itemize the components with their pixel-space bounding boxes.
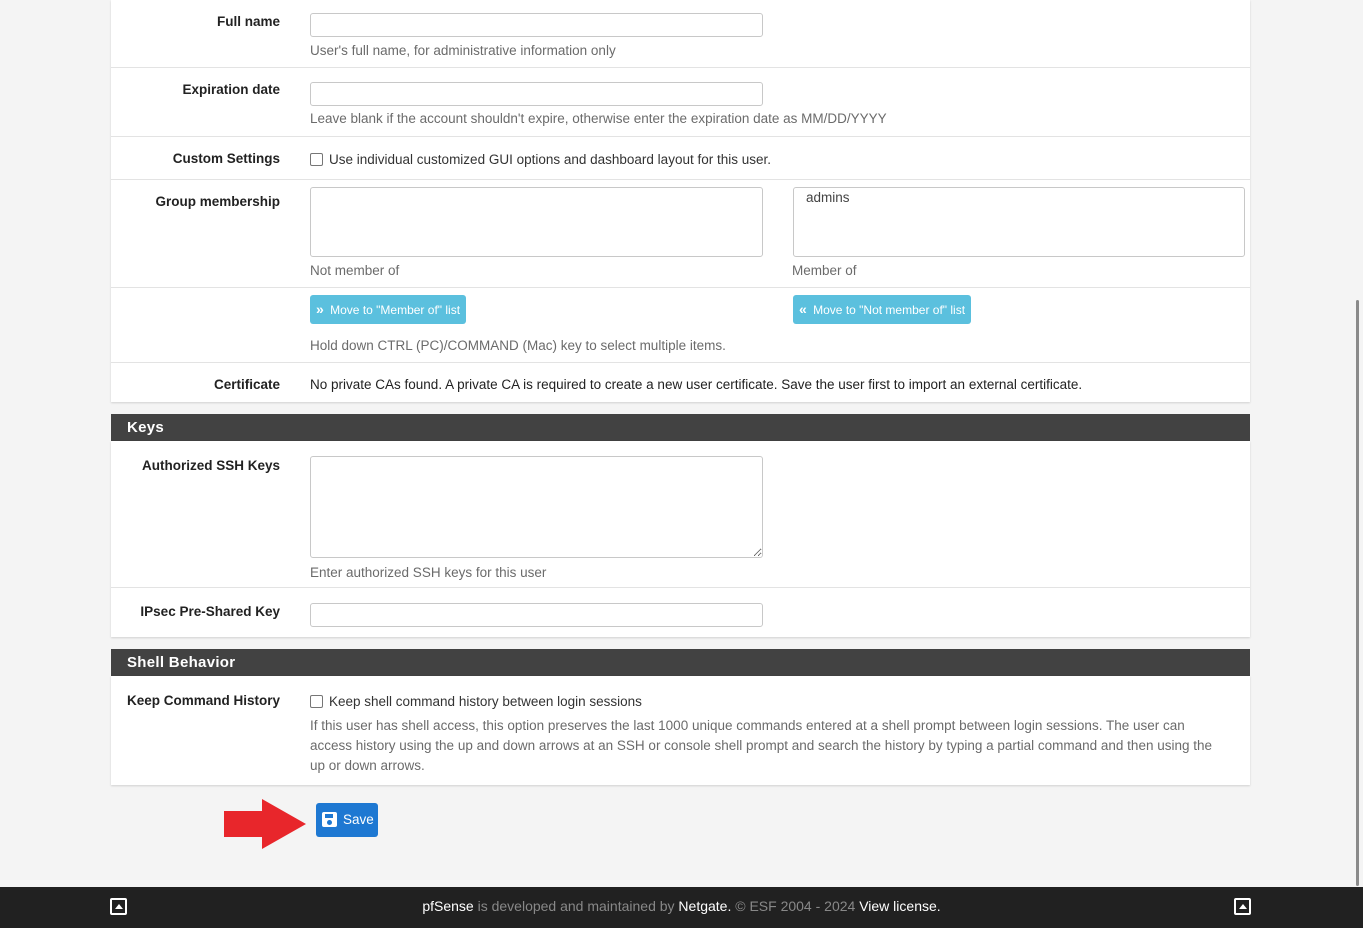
certificate-text: No private CAs found. A private CA is re… (310, 377, 1083, 392)
save-button[interactable]: Save (316, 803, 378, 837)
expiration-date-row: Expiration date Leave blank if the accou… (111, 68, 1250, 137)
footer-view-license-link[interactable]: View license. (859, 898, 940, 914)
keep-history-text: Keep shell command history between login… (329, 694, 642, 709)
expiration-date-label: Expiration date (182, 82, 280, 97)
ssh-keys-help: Enter authorized SSH keys for this user (310, 565, 547, 580)
ssh-keys-textarea[interactable] (310, 456, 763, 558)
not-member-of-list[interactable] (310, 187, 763, 257)
shell-behavior-section-header: Shell Behavior (111, 649, 1250, 676)
keep-history-help: If this user has shell access, this opti… (310, 718, 1213, 773)
full-name-label: Full name (216, 14, 280, 29)
custom-settings-control: Use individual customized GUI options an… (310, 151, 771, 167)
custom-settings-row: Custom Settings Use individual customize… (111, 137, 1250, 180)
member-of-caption: Member of (792, 263, 857, 278)
certificate-row: Certificate No private CAs found. A priv… (111, 363, 1250, 402)
keys-section-header: Keys (111, 414, 1250, 441)
footer: pfSense is developed and maintained by N… (0, 887, 1363, 928)
keep-history-label: Keep Command History (126, 693, 280, 708)
page-scrollbar[interactable] (1356, 300, 1359, 886)
group-move-buttons-row: » Move to "Member of" list « Move to "No… (111, 288, 1250, 363)
move-to-not-member-of-label: Move to "Not member of" list (813, 303, 966, 317)
scroll-top-icon-right[interactable] (1234, 898, 1251, 915)
custom-settings-checkbox[interactable] (310, 153, 323, 166)
footer-netgate-link[interactable]: Netgate. (678, 898, 731, 914)
multi-select-help: Hold down CTRL (PC)/COMMAND (Mac) key to… (310, 338, 726, 353)
save-button-label: Save (343, 812, 374, 827)
full-name-help: User's full name, for administrative inf… (310, 43, 616, 58)
custom-settings-label: Custom Settings (172, 151, 280, 166)
move-to-member-of-button[interactable]: » Move to "Member of" list (310, 295, 467, 324)
member-of-list[interactable]: admins (793, 187, 1245, 257)
scroll-top-icon-left[interactable] (110, 898, 127, 915)
user-properties-panel: Full name User's full name, for administ… (111, 0, 1250, 402)
keys-panel: Authorized SSH Keys Enter authorized SSH… (111, 441, 1250, 637)
group-membership-label: Group membership (155, 194, 280, 209)
ipsec-psk-input[interactable] (310, 603, 763, 627)
keep-history-row: Keep Command History Keep shell command … (111, 676, 1250, 785)
red-arrow-shape (224, 799, 306, 849)
shell-behavior-panel: Keep Command History Keep shell command … (111, 676, 1250, 785)
footer-text-maintained: is developed and maintained by (473, 898, 679, 914)
footer-brand: pfSense (422, 898, 474, 914)
not-member-of-caption: Not member of (310, 263, 400, 278)
double-chevron-right-icon: » (316, 301, 324, 317)
member-of-option[interactable]: admins (806, 190, 1232, 205)
expiration-date-help: Leave blank if the account shouldn't exp… (310, 111, 887, 126)
footer-copyright: © ESF 2004 - 2024 (731, 898, 860, 914)
move-to-member-of-label: Move to "Member of" list (330, 303, 461, 317)
double-chevron-left-icon: « (799, 301, 807, 317)
expiration-date-input[interactable] (310, 82, 763, 106)
ipsec-psk-label: IPsec Pre-Shared Key (140, 604, 280, 619)
ssh-keys-row: Authorized SSH Keys Enter authorized SSH… (111, 441, 1250, 588)
ssh-keys-label: Authorized SSH Keys (141, 458, 280, 473)
red-arrow-annotation (224, 799, 306, 849)
full-name-row: Full name User's full name, for administ… (111, 0, 1250, 68)
certificate-label: Certificate (213, 377, 280, 392)
move-to-not-member-of-button[interactable]: « Move to "Not member of" list (793, 295, 972, 324)
keep-history-control: Keep shell command history between login… (310, 693, 642, 709)
floppy-disk-icon (322, 812, 337, 827)
keep-history-checkbox[interactable] (310, 695, 323, 708)
group-membership-row: Group membership Not member of admins Me… (111, 180, 1250, 288)
full-name-input[interactable] (310, 13, 763, 37)
custom-settings-text: Use individual customized GUI options an… (329, 152, 771, 167)
ipsec-psk-row: IPsec Pre-Shared Key (111, 588, 1250, 637)
